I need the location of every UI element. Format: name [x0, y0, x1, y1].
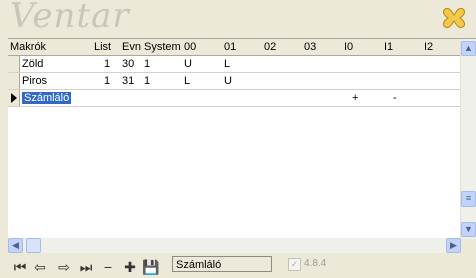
add-record-icon[interactable]: ✚ [122, 259, 138, 275]
cell[interactable]: 1 [104, 74, 110, 88]
cell[interactable]: + [352, 91, 358, 105]
scroll-down-button[interactable]: ▼ [461, 222, 476, 237]
cell[interactable]: 1 [104, 57, 110, 71]
first-record-icon[interactable]: ⏮ [12, 259, 28, 275]
cell[interactable]: L [184, 74, 190, 88]
close-x-icon[interactable] [440, 4, 468, 32]
data-grid[interactable]: Makrók List Evn System 00 01 02 03 I0 I1… [8, 38, 476, 239]
version-label: 4.8.4 [304, 258, 327, 269]
cell[interactable]: U [184, 57, 192, 71]
last-record-icon[interactable]: ⏭ [78, 259, 94, 275]
column-header[interactable]: System [144, 40, 181, 54]
column-header[interactable]: 02 [264, 40, 276, 54]
column-header[interactable]: List [94, 40, 111, 54]
column-header[interactable]: 00 [184, 40, 196, 54]
cell-selected[interactable]: Számláló [22, 91, 72, 105]
grid-header: Makrók List Evn System 00 01 02 03 I0 I1… [8, 39, 461, 56]
current-row-indicator[interactable] [8, 90, 20, 106]
cell[interactable]: 1 [144, 57, 150, 71]
save-icon[interactable]: 💾 [142, 259, 159, 275]
scroll-thumb[interactable]: ≡ [461, 191, 476, 207]
column-header[interactable]: I0 [344, 40, 353, 54]
status-checkbox[interactable]: ✓ [288, 258, 301, 271]
table-row[interactable]: Zöld 1 30 1 U L [8, 56, 461, 73]
scroll-right-button[interactable]: ▶ [446, 238, 461, 253]
cell[interactable]: 1 [144, 74, 150, 88]
status-field[interactable]: Számláló [172, 256, 272, 272]
cell[interactable]: Piros [22, 74, 47, 88]
cell[interactable]: L [224, 57, 230, 71]
cell[interactable]: U [224, 74, 232, 88]
table-row[interactable]: Piros 1 31 1 L U [8, 73, 461, 90]
table-row-selected[interactable]: Számláló + - [8, 90, 461, 107]
cell[interactable]: 30 [122, 57, 134, 71]
logo-text: Ventar [10, 0, 130, 36]
vertical-scrollbar[interactable]: ▲ ≡ ▼ [460, 39, 476, 239]
cell[interactable]: Zöld [22, 57, 43, 71]
column-header[interactable]: I2 [424, 40, 433, 54]
scroll-thumb[interactable] [26, 238, 41, 253]
column-header[interactable]: Evn [122, 40, 141, 54]
cell[interactable]: - [393, 91, 397, 105]
column-header[interactable]: Makrók [10, 40, 46, 54]
next-record-icon[interactable]: ⇨ [56, 259, 72, 275]
column-header[interactable]: I1 [384, 40, 393, 54]
delete-record-icon[interactable]: − [100, 259, 116, 275]
row-pointer-icon [11, 93, 17, 103]
column-header[interactable]: 03 [304, 40, 316, 54]
logo-bar: Ventar [0, 0, 476, 38]
row-indicator[interactable] [8, 73, 20, 89]
column-header[interactable]: 01 [224, 40, 236, 54]
prev-record-icon[interactable]: ⇦ [32, 259, 48, 275]
horizontal-scrollbar[interactable]: ◀ ▶ [8, 238, 461, 253]
scroll-left-button[interactable]: ◀ [8, 238, 23, 253]
row-indicator[interactable] [8, 56, 20, 72]
selected-text: Számláló [22, 92, 72, 104]
cell[interactable]: 31 [122, 74, 134, 88]
scroll-up-button[interactable]: ▲ [461, 41, 476, 56]
